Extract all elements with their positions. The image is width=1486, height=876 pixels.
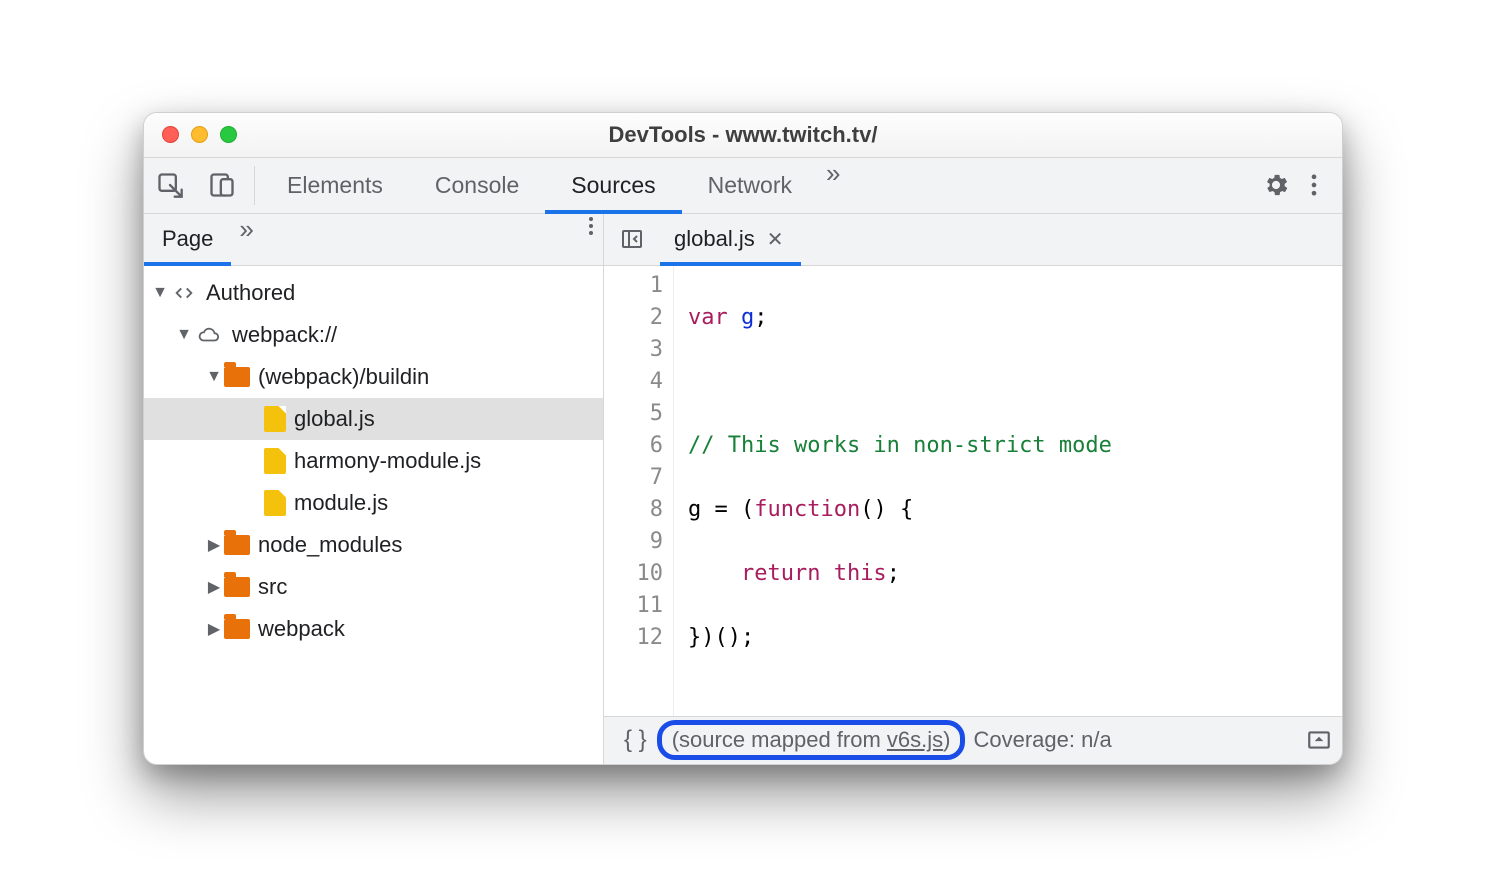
- source-map-link[interactable]: v6s.js: [887, 727, 943, 752]
- file-icon: [264, 490, 286, 516]
- window-title: DevTools - www.twitch.tv/: [144, 122, 1342, 148]
- tab-sources[interactable]: Sources: [545, 158, 681, 213]
- titlebar: DevTools - www.twitch.tv/: [144, 113, 1342, 158]
- toggle-sidebar-icon[interactable]: [604, 214, 660, 265]
- line-gutter: 1 2 3 4 5 6 7 8 9 10 11 12: [604, 266, 674, 716]
- folder-icon: [224, 367, 250, 387]
- tab-sources-label: Sources: [571, 172, 655, 199]
- chevron-right-icon: ▶: [204, 577, 224, 597]
- navigator-more-tabs[interactable]: »: [231, 214, 261, 265]
- close-tab-icon[interactable]: ✕: [767, 227, 784, 252]
- tree-file-harmony[interactable]: harmony-module.js: [144, 440, 603, 482]
- file-tree: ▼ Authored ▼ webpack:// ▼ (webpack)/buil…: [144, 266, 603, 764]
- more-tabs-button[interactable]: »: [818, 158, 848, 213]
- tab-console[interactable]: Console: [409, 158, 545, 213]
- kebab-menu-icon[interactable]: [1300, 171, 1328, 199]
- editor-pane: global.js ✕ 1 2 3 4 5 6 7 8 9 10 11 1: [604, 214, 1342, 764]
- main-tab-strip: Elements Console Sources Network »: [144, 158, 1342, 214]
- tree-node-webpack-scheme[interactable]: ▼ webpack://: [144, 314, 603, 356]
- tree-file-global-label: global.js: [294, 406, 375, 432]
- cloud-icon: [194, 324, 224, 346]
- tab-console-label: Console: [435, 172, 519, 199]
- inspect-element-icon[interactable]: [144, 158, 196, 213]
- navigator-tab-page[interactable]: Page: [144, 214, 231, 265]
- device-toolbar-icon[interactable]: [196, 158, 248, 213]
- tree-file-module-label: module.js: [294, 490, 388, 516]
- tree-folder-buildin-label: (webpack)/buildin: [258, 364, 429, 390]
- file-icon: [264, 448, 286, 474]
- code-content: var g; // This works in non-strict mode …: [674, 266, 1231, 716]
- file-icon: [264, 406, 286, 432]
- chevron-down-icon: ▼: [174, 326, 194, 344]
- folder-icon: [224, 619, 250, 639]
- tree-file-harmony-label: harmony-module.js: [294, 448, 481, 474]
- navigator-menu-icon[interactable]: [579, 214, 603, 265]
- show-console-icon[interactable]: [1306, 727, 1332, 753]
- chevron-right-icon: ▶: [204, 619, 224, 639]
- tree-folder-buildin[interactable]: ▼ (webpack)/buildin: [144, 356, 603, 398]
- tree-folder-src-label: src: [258, 574, 287, 600]
- folder-icon: [224, 577, 250, 597]
- code-editor[interactable]: 1 2 3 4 5 6 7 8 9 10 11 12 var g; // Thi…: [604, 266, 1342, 716]
- settings-icon[interactable]: [1262, 171, 1290, 199]
- tree-file-global[interactable]: global.js: [144, 398, 603, 440]
- source-map-indicator[interactable]: (source mapped from v6s.js): [657, 720, 966, 760]
- chevron-down-icon: ▼: [150, 284, 170, 302]
- tree-folder-node-modules-label: node_modules: [258, 532, 402, 558]
- devtools-window: DevTools - www.twitch.tv/ Elements Conso…: [143, 112, 1343, 765]
- tree-group-authored[interactable]: ▼ Authored: [144, 272, 603, 314]
- tree-file-module[interactable]: module.js: [144, 482, 603, 524]
- chevron-down-icon: ▼: [204, 368, 224, 386]
- editor-tab-strip: global.js ✕: [604, 214, 1342, 266]
- tree-folder-src[interactable]: ▶ src: [144, 566, 603, 608]
- navigator-pane: Page » ▼ Authored ▼ webpack://: [144, 214, 604, 764]
- tree-group-authored-label: Authored: [206, 280, 295, 306]
- tree-node-webpack-scheme-label: webpack://: [232, 322, 337, 348]
- editor-tab-global-label: global.js: [674, 226, 755, 252]
- tab-network-label: Network: [708, 172, 792, 199]
- tree-folder-webpack-label: webpack: [258, 616, 345, 642]
- editor-tab-global[interactable]: global.js ✕: [660, 214, 801, 265]
- tab-network[interactable]: Network: [682, 158, 818, 213]
- navigator-tab-page-label: Page: [162, 226, 213, 252]
- chevron-right-icon: ▶: [204, 535, 224, 555]
- tab-elements-label: Elements: [287, 172, 383, 199]
- divider: [254, 166, 255, 205]
- tab-elements[interactable]: Elements: [261, 158, 409, 213]
- coverage-indicator: Coverage: n/a: [973, 727, 1111, 753]
- tree-folder-node-modules[interactable]: ▶ node_modules: [144, 524, 603, 566]
- navigator-tab-strip: Page »: [144, 214, 603, 266]
- code-icon: [170, 282, 198, 304]
- pretty-print-icon[interactable]: { }: [614, 726, 657, 754]
- folder-icon: [224, 535, 250, 555]
- editor-status-bar: { } (source mapped from v6s.js) Coverage…: [604, 716, 1342, 764]
- tree-folder-webpack[interactable]: ▶ webpack: [144, 608, 603, 650]
